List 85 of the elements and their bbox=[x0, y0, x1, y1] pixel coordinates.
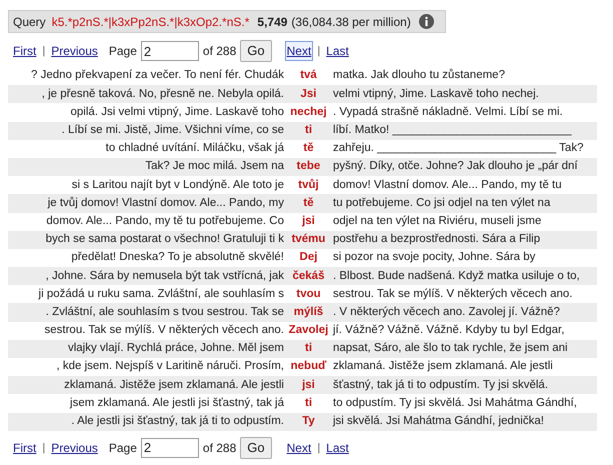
keyword[interactable]: jsi bbox=[284, 376, 333, 394]
left-context: jsem zklamaná. Ale jestli jsi šťastný, tak já bbox=[68, 396, 284, 411]
keyword[interactable]: tě bbox=[284, 140, 333, 158]
page-label: Page bbox=[108, 440, 137, 457]
right-context: . Vypadá strašně nákladně. Velmi. Líbí se mi. bbox=[333, 104, 564, 120]
right-context: postřehu a bezprostřednosti. Sára a Filip bbox=[333, 232, 542, 248]
left-context: ji požádá u ruku sama. Zvláštní, ale souhlasím s bbox=[37, 286, 284, 302]
left-context: si s Laritou najít byt v Londýně. Ale toto je bbox=[70, 178, 284, 193]
query-label: Query bbox=[13, 14, 46, 30]
right-context: si pozor na svoje pocity, Johne. Sára by bbox=[333, 250, 536, 266]
left-context: zklamaná. Jistěže jsem zklamaná. Ale jestli bbox=[63, 378, 284, 393]
right-context: líbí. Matko! ____________________________ bbox=[333, 123, 573, 138]
right-context: jí. Vážně? Vážně. Vážně. Kdyby tu byl Edgar, bbox=[333, 323, 566, 338]
keyword[interactable]: Dej bbox=[284, 249, 333, 267]
page-count: of 288 bbox=[202, 43, 236, 60]
right-context: napsat, Sáro, ale šlo to tak rychle, že jsem ani bbox=[333, 341, 569, 356]
right-context: sestrou. Tak se mýlíš. V některých věcech ano. bbox=[333, 286, 574, 302]
info-icon[interactable] bbox=[418, 14, 434, 29]
pager-link[interactable]: Previous bbox=[50, 42, 99, 60]
right-context: matka. Jak dlouho tu zůstaneme? bbox=[333, 68, 506, 84]
pager-link[interactable]: Last bbox=[325, 438, 350, 457]
right-context: šťastný, tak já ti to odpustím. Ty jsi skvělá. bbox=[333, 378, 550, 393]
left-context: . Zvláštní, ale souhlasím s tvou sestrou. Tak se bbox=[44, 304, 284, 320]
right-context: to odpustím. Ty jsi skvělá. Jsi Mahátma Gándhí, bbox=[333, 396, 578, 411]
right-context: tu potřebujeme. Co jsi odjel na ten výlet na bbox=[333, 196, 552, 211]
keyword[interactable]: tvůj bbox=[284, 176, 333, 194]
keyword[interactable]: Zavolej bbox=[284, 322, 333, 340]
go-button[interactable]: Go bbox=[240, 436, 272, 459]
link-separator: | bbox=[42, 440, 46, 456]
keyword[interactable]: Ty bbox=[284, 413, 333, 430]
pager-link[interactable]: Last bbox=[325, 42, 350, 60]
page-label: Page bbox=[108, 43, 137, 60]
query-pattern: k5.*p2nS.*|k3xPp2nS.*|k3xOp2.*nS.* bbox=[52, 14, 250, 30]
keyword[interactable]: ti bbox=[284, 394, 333, 412]
page-count: of 288 bbox=[202, 440, 236, 457]
keyword[interactable]: mýlíš bbox=[284, 304, 333, 322]
right-context: domov! Vlastní domov. Ale... Pando, my tě tu bbox=[333, 178, 563, 193]
keyword[interactable]: jsi bbox=[284, 212, 333, 230]
keyword[interactable]: tvá bbox=[284, 67, 333, 85]
left-context: , Johne. Sára by nemusela být tak vstřícná, jak bbox=[44, 268, 284, 284]
pager-link[interactable]: Previous bbox=[50, 438, 99, 457]
left-context: opilá. Jsi velmi vtipný, Jime. Laskavě toho bbox=[70, 104, 284, 120]
page-field[interactable]: 2 bbox=[140, 41, 199, 61]
keyword[interactable]: ti bbox=[284, 340, 333, 358]
right-context: zklamaná. Jistěže jsem zklamaná. Ale jestli bbox=[333, 359, 554, 374]
left-context: je tvůj domov! Vlastní domov. Ale... Pando, my bbox=[46, 196, 284, 211]
pager-link[interactable]: Next bbox=[286, 42, 312, 60]
link-separator: | bbox=[317, 440, 320, 456]
keyword[interactable]: čekáš bbox=[284, 268, 333, 285]
keyword[interactable]: nechej bbox=[284, 104, 333, 122]
keyword[interactable]: tebe bbox=[284, 158, 333, 176]
left-context: bych se sama postarat o všechno! Gratuluji ti k bbox=[44, 232, 284, 248]
left-context: vlajky vlají. Rychlá práce, Johne. Měl jsem bbox=[66, 341, 284, 356]
left-context: , je přesně taková. No, přesně ne. Nebyla opilá. bbox=[40, 86, 284, 102]
keyword[interactable]: ti bbox=[284, 122, 333, 140]
left-context: Tak? Je moc milá. Jsem na bbox=[144, 159, 284, 174]
right-context: zahřeju. ____________________________ Tak? bbox=[333, 141, 584, 156]
right-context: odjel na ten výlet na Riviéru, museli jsme bbox=[333, 214, 542, 229]
keyword[interactable]: tě bbox=[284, 194, 333, 212]
pager-link[interactable]: First bbox=[12, 42, 38, 60]
right-context: . Blbost. Bude nadšená. Když matka usiluje o to, bbox=[333, 268, 581, 284]
left-context: . Líbí se mi. Jistě, Jime. Všichni víme, co se bbox=[60, 123, 284, 138]
hit-count: 5,749 bbox=[257, 14, 288, 30]
left-context: , kde jsem. Nejspíš v Laritině náruči. Prosím, bbox=[55, 359, 284, 374]
link-separator: | bbox=[317, 44, 320, 59]
pager-link[interactable]: First bbox=[12, 438, 38, 457]
keyword[interactable]: tvou bbox=[284, 286, 333, 303]
left-context: ? Jedno překvapení za večer. To není fér. Chudák bbox=[30, 68, 284, 84]
left-context: domov. Ale... Pando, my tě tu potřebujeme. Co bbox=[45, 214, 284, 229]
keyword[interactable]: Jsi bbox=[284, 86, 333, 103]
left-context: sestrou. Tak se mýlíš. V některých věcech ano. bbox=[44, 323, 284, 338]
left-context: předělat! Dneska? To je absolutně skvělé! bbox=[70, 250, 284, 266]
page-field[interactable]: 2 bbox=[140, 438, 199, 458]
right-context: pyšný. Díky, otče. Johne? Jak dlouho je „pár dní bbox=[333, 159, 579, 174]
link-separator: | bbox=[42, 44, 46, 59]
right-context: . V některých věcech ano. Zavolej jí. Vážně? bbox=[333, 304, 561, 320]
right-context: jsi skvělá. Jsi Mahátma Gándhí, jednička! bbox=[333, 414, 545, 430]
left-context: to chladné uvítání. Miláčku, však já bbox=[104, 141, 284, 156]
left-context: . Ale jestli jsi šťastný, tak já ti to odpustím. bbox=[70, 414, 284, 430]
right-context: velmi vtipný, Jime. Laskavě toho nechej. bbox=[333, 86, 540, 102]
frequency-text: (36,084.38 per million) bbox=[291, 14, 411, 30]
go-button[interactable]: Go bbox=[240, 40, 272, 62]
keyword[interactable]: nebuď bbox=[284, 358, 333, 376]
keyword[interactable]: tvému bbox=[284, 231, 333, 248]
pager-link[interactable]: Next bbox=[286, 438, 312, 457]
